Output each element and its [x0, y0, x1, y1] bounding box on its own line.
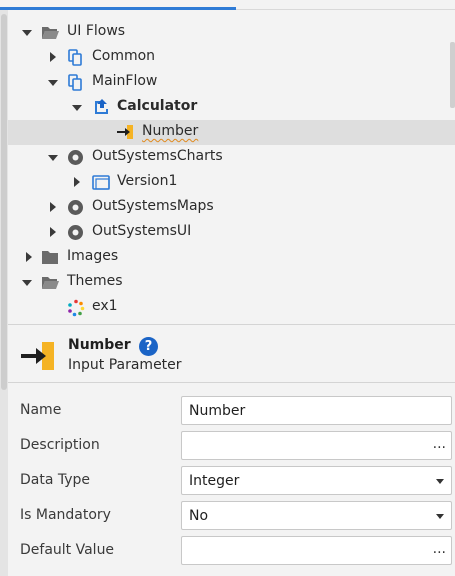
window-icon [92, 175, 110, 191]
chevron-right-icon[interactable] [48, 202, 58, 212]
top-tab-strip [0, 0, 455, 10]
flow-icon [68, 74, 86, 91]
tree-scrollbar-thumb[interactable] [450, 42, 455, 108]
tree-item-calculator[interactable]: Calculator [8, 95, 448, 120]
default-value-field[interactable]: ... [181, 536, 452, 565]
tree-item-label: ex1 [92, 298, 118, 314]
property-default-value: Default Value ... [8, 533, 455, 568]
help-icon[interactable]: ? [139, 337, 158, 356]
chevron-down-icon[interactable] [48, 153, 58, 163]
element-title: Number [68, 337, 131, 353]
tree-item-label: MainFlow [92, 73, 158, 89]
tree-item-label: Number [142, 123, 199, 139]
property-label: Data Type [20, 472, 91, 488]
property-label: Is Mandatory [20, 507, 111, 523]
field-value: No [189, 508, 209, 524]
module-reference-icon [67, 224, 85, 240]
element-type: Input Parameter [68, 357, 182, 373]
tree-item-ex1[interactable]: ex1 [8, 295, 448, 320]
tree-item-version1[interactable]: Version1 [8, 170, 448, 195]
tree-item-label: OutSystemsMaps [92, 198, 214, 214]
tree-item-label: OutSystemsCharts [92, 148, 223, 164]
tree-item-number[interactable]: Number [8, 120, 455, 145]
tree-item-outsystemsmaps[interactable]: OutSystemsMaps [8, 195, 448, 220]
description-field[interactable]: ... [181, 431, 452, 460]
property-description: Description ... [8, 428, 455, 463]
tree-item-label: UI Flows [67, 23, 126, 39]
is-mandatory-dropdown[interactable]: No [181, 501, 452, 530]
ellipsis-button[interactable]: ... [433, 436, 446, 452]
chevron-down-icon[interactable] [72, 103, 82, 113]
chevron-down-icon[interactable] [436, 479, 444, 484]
properties-header: Number ? Input Parameter [8, 325, 455, 383]
theme-icon [67, 299, 85, 317]
tree-item-label: Images [67, 248, 119, 264]
input-parameter-icon [20, 341, 56, 371]
properties-grid: Name Number Description ... Data Type In… [8, 384, 455, 576]
chevron-right-icon[interactable] [24, 252, 34, 262]
tree-item-outsystemsui[interactable]: OutSystemsUI [8, 220, 448, 245]
property-label: Name [20, 402, 62, 418]
field-value: Number [189, 403, 246, 419]
property-data-type: Data Type Integer [8, 463, 455, 498]
tree-item-themes[interactable]: Themes [8, 270, 448, 295]
tree-item-label: Calculator [117, 98, 198, 114]
left-scrollbar[interactable] [0, 10, 8, 576]
tree-item-images[interactable]: Images [8, 245, 448, 270]
folder-icon [41, 250, 59, 266]
tree-item-ui-flows[interactable]: UI Flows [8, 20, 448, 45]
ellipsis-button[interactable]: ... [433, 541, 446, 557]
data-type-dropdown[interactable]: Integer [181, 466, 452, 495]
chevron-right-icon[interactable] [72, 177, 82, 187]
chevron-down-icon[interactable] [436, 514, 444, 519]
chevron-right-icon[interactable] [48, 52, 58, 62]
folder-open-icon [41, 25, 59, 41]
left-scrollbar-thumb[interactable] [1, 14, 7, 390]
flow-icon [68, 49, 86, 66]
tree-item-outsystemscharts[interactable]: OutSystemsCharts [8, 145, 448, 170]
folder-open-icon [41, 275, 59, 291]
tree-item-label: Version1 [117, 173, 178, 189]
chevron-down-icon[interactable] [22, 28, 32, 38]
property-label: Description [20, 437, 100, 453]
name-field[interactable]: Number [181, 396, 452, 425]
tree-item-mainflow[interactable]: MainFlow [8, 70, 448, 95]
chevron-right-icon[interactable] [48, 227, 58, 237]
tree-item-common[interactable]: Common [8, 45, 448, 70]
property-label: Default Value [20, 542, 115, 558]
chevron-down-icon[interactable] [22, 278, 32, 288]
property-is-mandatory: Is Mandatory No [8, 498, 455, 533]
field-value: Integer [189, 473, 240, 489]
tree-item-label: OutSystemsUI [92, 223, 192, 239]
module-reference-icon [67, 149, 85, 165]
tree-item-label: Themes [67, 273, 123, 289]
input-parameter-icon [116, 124, 134, 140]
elements-tree: UI Flows Common MainFlow Calculator Numb… [8, 10, 455, 324]
chevron-down-icon[interactable] [48, 78, 58, 88]
screen-icon [93, 98, 111, 114]
property-name: Name Number [8, 393, 455, 428]
tree-item-label: Common [92, 48, 156, 64]
module-reference-icon [67, 199, 85, 215]
